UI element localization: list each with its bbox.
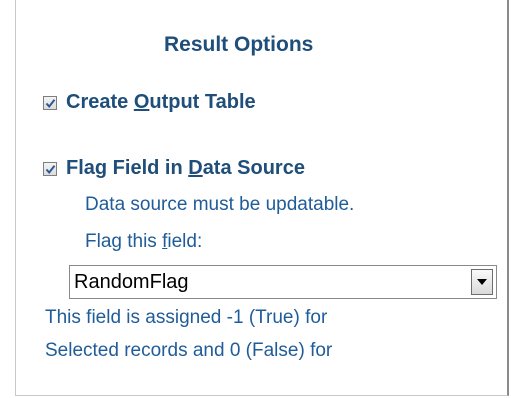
flag-field-select[interactable]: RandomFlag <box>69 265 497 299</box>
dropdown-arrow-icon <box>477 279 487 285</box>
create-output-table-label: Create Output Table <box>66 91 256 113</box>
panel-title: Result Options <box>164 33 314 56</box>
info-line-1: This field is assigned -1 (True) for <box>45 307 328 328</box>
info-line-2: Selected records and 0 (False) for <box>45 340 333 361</box>
dropdown-button[interactable] <box>471 269 493 295</box>
flag-field-label: Flag Field in Data Source <box>66 157 305 179</box>
checkbox-checked-icon[interactable] <box>43 161 57 176</box>
flag-this-field-label: Flag this field: <box>85 231 203 252</box>
create-output-table-checkbox[interactable]: Create Output Table <box>43 91 256 114</box>
checkbox-checked-icon[interactable] <box>43 95 57 110</box>
updatable-note: Data source must be updatable. <box>85 194 355 215</box>
result-options-panel: Result Options Create Output Table Flag … <box>15 0 509 396</box>
flag-field-checkbox[interactable]: Flag Field in Data Source <box>43 157 305 180</box>
flag-field-select-value: RandomFlag <box>74 271 189 293</box>
